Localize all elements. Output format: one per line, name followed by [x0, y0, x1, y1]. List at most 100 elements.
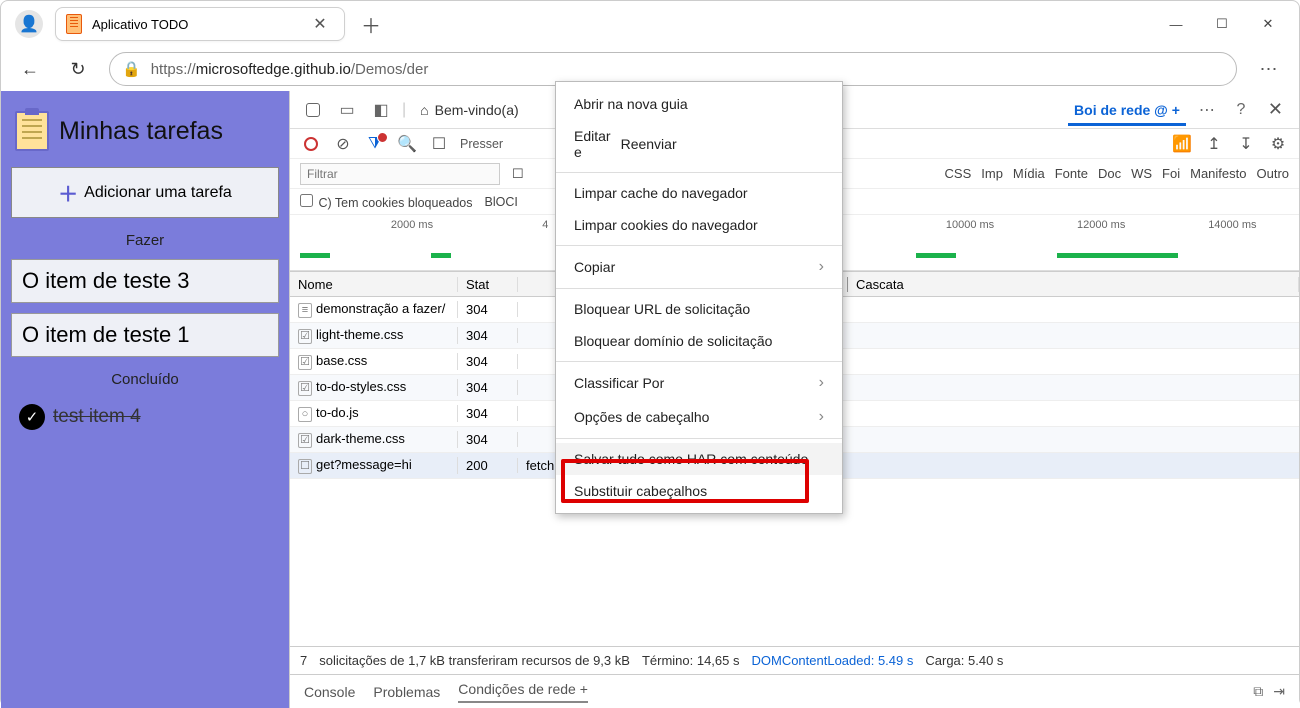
- ctx-header-options[interactable]: Opções de cabeçalho›: [556, 400, 842, 434]
- task-item[interactable]: O item de teste 3: [11, 259, 279, 303]
- add-task-label: Adicionar uma tarefa: [84, 184, 232, 202]
- ctx-clear-cache[interactable]: Limpar cache do navegador: [556, 177, 842, 209]
- overview-tick: 10000 ms: [946, 219, 994, 231]
- overview-bar: [431, 253, 451, 258]
- filter-doc[interactable]: Doc: [1098, 166, 1121, 181]
- download-icon[interactable]: ↧: [1235, 133, 1257, 155]
- ctx-override-headers[interactable]: Substituir cabeçalhos: [556, 475, 842, 507]
- url-host: microsoftedge.github.io: [196, 61, 351, 78]
- task-item[interactable]: O item de teste 1: [11, 313, 279, 357]
- context-menu: Abrir na nova guia Editar e Reenviar Lim…: [555, 81, 843, 514]
- file-type-icon: ○: [298, 407, 312, 422]
- refresh-button[interactable]: ↻: [61, 52, 95, 86]
- upload-icon[interactable]: ↥: [1203, 133, 1225, 155]
- overview-bar: [1057, 253, 1178, 258]
- devtools-close-button[interactable]: ✕: [1262, 99, 1289, 120]
- filter-wasm[interactable]: Foi: [1162, 166, 1180, 181]
- summary-dcl: DOMContentLoaded: 5.49 s: [751, 653, 913, 668]
- screencast-icon[interactable]: ◧: [368, 97, 394, 123]
- preserve-log-checkbox[interactable]: ☐: [428, 133, 450, 155]
- filter-media[interactable]: Mídia: [1013, 166, 1045, 181]
- tab-welcome[interactable]: ⌂ Bem-vindo(a): [414, 94, 525, 126]
- clear-button[interactable]: ⊘: [332, 133, 354, 155]
- blocked-cookies-checkbox[interactable]: C) Tem cookies bloqueados: [300, 194, 473, 210]
- network-summary: 7 solicitações de 1,7 kB transferiram re…: [290, 646, 1299, 674]
- tab-favicon-icon: [66, 14, 82, 34]
- back-button[interactable]: ←: [13, 52, 47, 86]
- overview-tick: 14000 ms: [1208, 219, 1256, 231]
- help-icon[interactable]: ?: [1228, 97, 1254, 123]
- filter-toggle-icon[interactable]: ⧩: [364, 133, 386, 155]
- tab-welcome-label: Bem-vindo(a): [435, 102, 519, 118]
- close-window-button[interactable]: ✕: [1245, 7, 1291, 41]
- filter-img[interactable]: Imp: [981, 166, 1003, 181]
- record-button[interactable]: [300, 133, 322, 155]
- overview-tick: 4: [542, 219, 548, 231]
- ctx-sort-by[interactable]: Classificar Por›: [556, 366, 842, 400]
- browser-tab[interactable]: Aplicativo TODO ✕: [55, 7, 345, 41]
- ctx-copy[interactable]: Copiar›: [556, 250, 842, 284]
- device-toggle-icon[interactable]: ▭: [334, 97, 360, 123]
- tab-network[interactable]: Boi de rede @ +: [1068, 94, 1186, 126]
- file-type-icon: ☑: [298, 329, 312, 344]
- overview-bar: [300, 253, 330, 258]
- app-title: Minhas tarefas: [59, 117, 223, 146]
- overview-bar: [916, 253, 956, 258]
- url-scheme: https://: [151, 61, 196, 78]
- file-type-icon: ≡: [298, 303, 312, 318]
- ctx-edit[interactable]: Editar e: [574, 120, 611, 168]
- file-type-icon: ☑: [298, 381, 312, 396]
- ctx-save-har[interactable]: Salvar tudo como HAR com conteúdo: [556, 443, 842, 475]
- minimize-button[interactable]: —: [1153, 7, 1199, 41]
- file-type-icon: ☑: [298, 355, 312, 370]
- maximize-button[interactable]: ☐: [1199, 7, 1245, 41]
- filter-manifest[interactable]: Manifesto: [1190, 166, 1246, 181]
- app-header: Minhas tarefas: [15, 111, 275, 151]
- profile-icon[interactable]: 👤: [15, 10, 43, 38]
- col-waterfall[interactable]: Cascata: [848, 277, 1299, 292]
- blocked-cookies-label: C) Tem cookies bloqueados: [318, 196, 472, 210]
- filter-ws[interactable]: WS: [1131, 166, 1152, 181]
- clipboard-icon: [15, 111, 49, 151]
- ctx-block-url[interactable]: Bloquear URL de solicitação: [556, 293, 842, 325]
- inspect-icon[interactable]: [300, 97, 326, 123]
- task-done-item[interactable]: ✓ test item 4: [11, 398, 279, 436]
- drawer-problems[interactable]: Problemas: [373, 684, 440, 700]
- settings-icon[interactable]: ⚙: [1267, 133, 1289, 155]
- drawer-expand-icon[interactable]: ⧉: [1253, 683, 1263, 700]
- col-status[interactable]: Stat: [458, 277, 518, 292]
- summary-transfer: solicitações de 1,7 kB transferiram recu…: [319, 653, 630, 668]
- ctx-resend[interactable]: Reenviar: [621, 120, 677, 168]
- lock-icon: 🔒: [122, 60, 141, 78]
- ctx-clear-cookies[interactable]: Limpar cookies do navegador: [556, 209, 842, 241]
- preserve-log-label: Presser: [460, 137, 503, 151]
- home-icon: ⌂: [420, 102, 428, 118]
- tab-network-label: Boi de rede @ +: [1074, 102, 1180, 118]
- filter-input[interactable]: [300, 163, 500, 185]
- drawer-import-icon[interactable]: ⇥: [1273, 683, 1285, 700]
- devtools-more-icon[interactable]: ⋯: [1194, 97, 1220, 123]
- file-type-icon: ☐: [298, 459, 312, 474]
- filter-other[interactable]: Outro: [1256, 166, 1289, 181]
- ctx-open-new-tab[interactable]: Abrir na nova guia: [556, 88, 842, 120]
- devtools-drawer: Console Problemas Condições de rede + ⧉ …: [290, 674, 1299, 708]
- ctx-block-domain[interactable]: Bloquear domínio de solicitação: [556, 325, 842, 357]
- filter-css[interactable]: CSS: [945, 166, 972, 181]
- overview-tick: 12000 ms: [1077, 219, 1125, 231]
- url-path: /Demos/der: [351, 61, 429, 78]
- window-controls: — ☐ ✕: [1153, 7, 1291, 41]
- filter-font[interactable]: Fonte: [1055, 166, 1088, 181]
- plus-icon: ＋: [58, 178, 78, 207]
- browser-menu-button[interactable]: ⋯: [1251, 59, 1287, 80]
- tab-close-icon[interactable]: ✕: [306, 14, 334, 34]
- drawer-console[interactable]: Console: [304, 684, 355, 700]
- drawer-netcond[interactable]: Condições de rede +: [458, 681, 588, 703]
- throttling-icon[interactable]: 📶: [1171, 133, 1193, 155]
- task-done-label: test item 4: [53, 406, 141, 428]
- search-icon[interactable]: 🔍: [396, 133, 418, 155]
- new-tab-button[interactable]: ＋: [353, 10, 389, 39]
- col-name[interactable]: Nome: [290, 277, 458, 292]
- section-todo-label: Fazer: [11, 232, 279, 249]
- add-task-button[interactable]: ＋ Adicionar uma tarefa: [11, 167, 279, 218]
- tab-title: Aplicativo TODO: [92, 17, 306, 32]
